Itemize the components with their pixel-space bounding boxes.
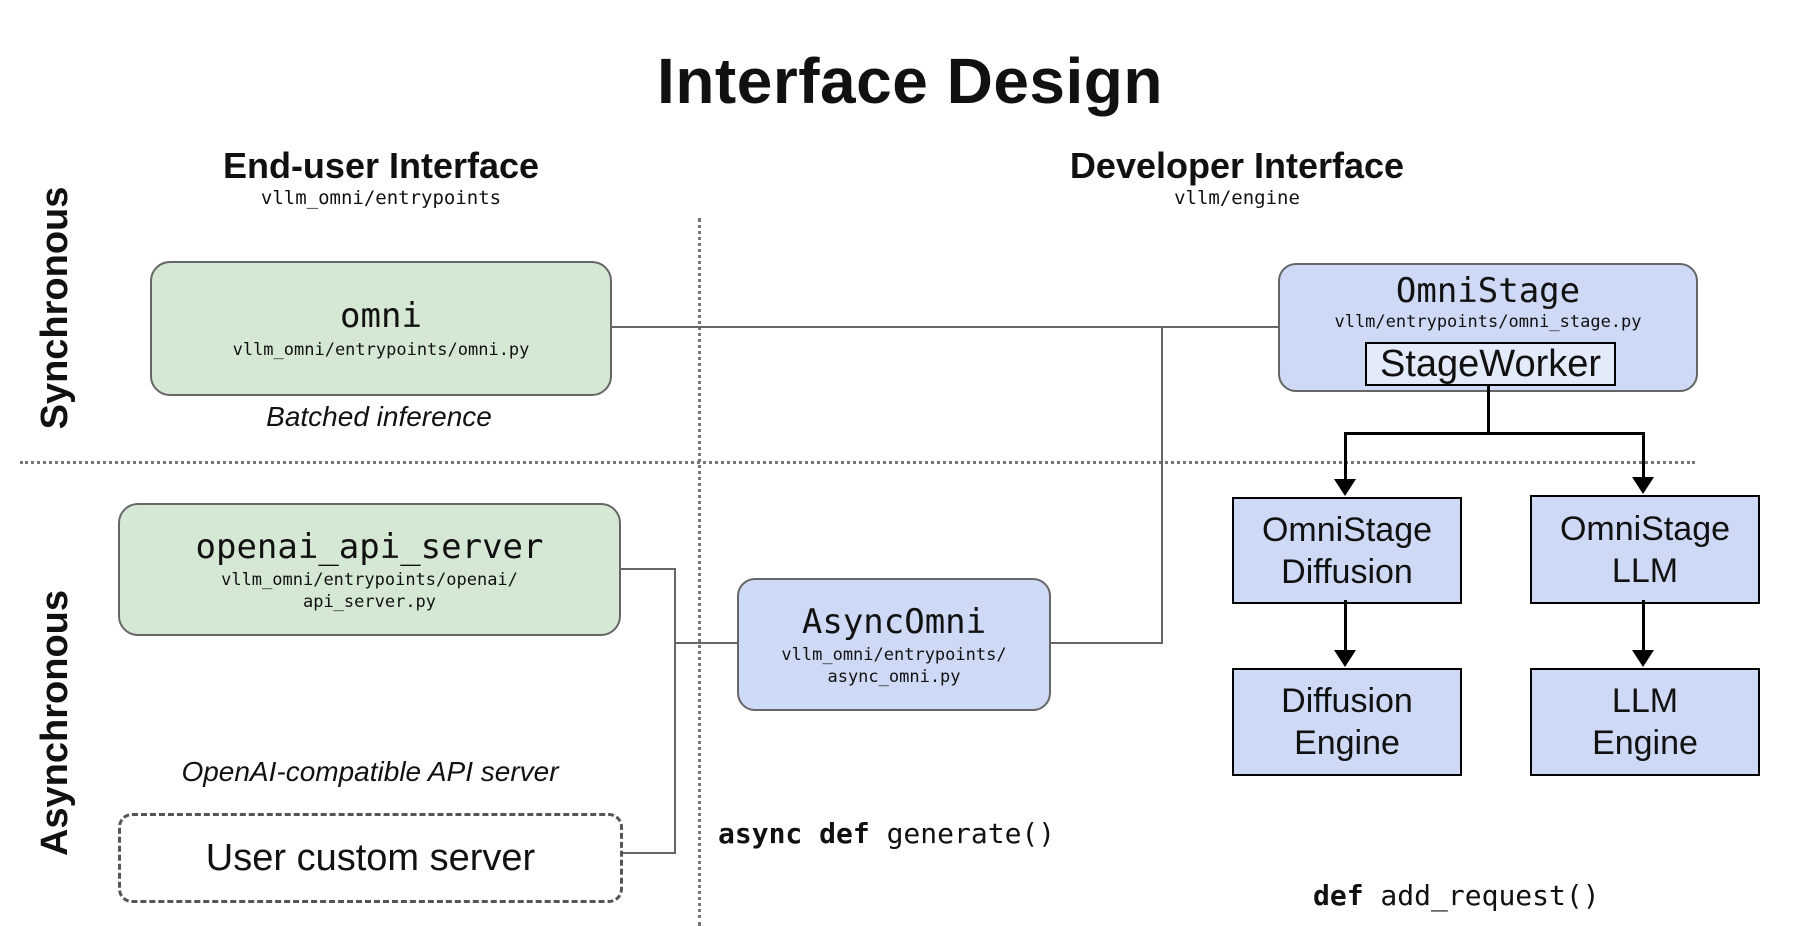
node-openai-title: openai_api_server — [196, 527, 544, 567]
tree-branch-horizontal — [1344, 432, 1644, 435]
node-user-custom-server: User custom server — [118, 813, 623, 903]
node-async-omni-path-line2: async_omni.py — [827, 666, 960, 688]
arrow-to-omnistage-llm — [1632, 477, 1654, 494]
connector-to-asyncomni-left — [675, 642, 737, 644]
arrow-to-diffusion-engine — [1334, 650, 1356, 667]
caption-batched-inference: Batched inference — [179, 397, 579, 437]
connector-left-vertical — [674, 568, 676, 854]
node-async-omni-path-line1: vllm_omni/entrypoints/ — [781, 644, 1006, 666]
connector-openai-stub — [617, 568, 676, 570]
node-llm-engine-line2: Engine — [1592, 722, 1698, 764]
tree-llm-down — [1642, 600, 1645, 652]
node-omni-stage-path: vllm/entrypoints/omni_stage.py — [1334, 311, 1641, 333]
code-line: async def generate() — [718, 815, 1123, 853]
end-user-interface-path: vllm_omni/entrypoints — [131, 186, 631, 210]
node-stage-worker-label: StageWorker — [1380, 344, 1601, 384]
node-omni-stage-title: OmniStage — [1396, 271, 1580, 311]
connector-usercustom-stub — [615, 852, 675, 854]
node-async-omni-title: AsyncOmni — [802, 602, 986, 642]
interface-design-diagram: Interface Design End-user Interface vllm… — [0, 0, 1820, 926]
connector-asyncomni-up — [1161, 326, 1163, 644]
node-openai-path-line1: vllm_omni/entrypoints/openai/ — [221, 569, 518, 591]
node-user-custom-server-label: User custom server — [206, 837, 535, 880]
row-label-synchronous: Synchronous — [33, 160, 77, 456]
tree-stageworker-down — [1487, 382, 1490, 434]
developer-interface-header: Developer Interface — [987, 146, 1487, 186]
connector-omni-to-omnistage — [608, 326, 1278, 328]
row-label-asynchronous: Asynchronous — [33, 575, 77, 871]
node-omnistage-llm: OmniStage LLM — [1530, 495, 1760, 604]
node-omnistage-diffusion-line1: OmniStage — [1262, 509, 1432, 551]
code-keyword: def — [1313, 879, 1364, 912]
node-diffusion-engine-line1: Diffusion — [1281, 680, 1413, 722]
tree-diffusion-down — [1344, 600, 1347, 652]
engine-methods-code: def add_request() def abort_request() de… — [1313, 801, 1633, 926]
arrow-to-llm-engine — [1632, 650, 1654, 667]
tree-branch-left — [1344, 432, 1347, 480]
code-keyword: async def — [718, 817, 870, 850]
vertical-divider-dotted-line — [698, 218, 701, 926]
node-omni-title: omni — [340, 296, 422, 336]
code-rest: generate() — [870, 817, 1055, 850]
arrow-to-omnistage-diffusion — [1334, 479, 1356, 496]
node-stage-worker: StageWorker — [1365, 342, 1616, 386]
page-title: Interface Design — [0, 44, 1820, 118]
node-omni: omni vllm_omni/entrypoints/omni.py — [150, 261, 612, 396]
node-openai-path-line2: api_server.py — [303, 591, 436, 613]
caption-openai-compatible: OpenAI-compatible API server — [120, 752, 620, 792]
node-async-omni: AsyncOmni vllm_omni/entrypoints/ async_o… — [737, 578, 1051, 711]
node-omni-path: vllm_omni/entrypoints/omni.py — [233, 339, 530, 361]
node-omnistage-diffusion: OmniStage Diffusion — [1232, 497, 1462, 604]
node-diffusion-engine: Diffusion Engine — [1232, 668, 1462, 776]
node-omnistage-llm-line2: LLM — [1612, 550, 1678, 592]
end-user-interface-header: End-user Interface — [131, 146, 631, 186]
asyncomni-methods-code: async def generate() async def abort() +… — [718, 739, 1123, 926]
code-line: def add_request() — [1313, 877, 1633, 915]
horizontal-divider-dotted-line — [20, 461, 1695, 464]
node-omnistage-llm-line1: OmniStage — [1560, 508, 1730, 550]
node-llm-engine-line1: LLM — [1612, 680, 1678, 722]
code-rest: add_request() — [1364, 879, 1600, 912]
node-llm-engine: LLM Engine — [1530, 668, 1760, 776]
node-openai-api-server: openai_api_server vllm_omni/entrypoints/… — [118, 503, 621, 636]
node-diffusion-engine-line2: Engine — [1294, 722, 1400, 764]
node-omnistage-diffusion-line2: Diffusion — [1281, 551, 1413, 593]
developer-interface-path: vllm/engine — [987, 186, 1487, 210]
connector-asyncomni-right — [1047, 642, 1162, 644]
tree-branch-right — [1642, 432, 1645, 478]
